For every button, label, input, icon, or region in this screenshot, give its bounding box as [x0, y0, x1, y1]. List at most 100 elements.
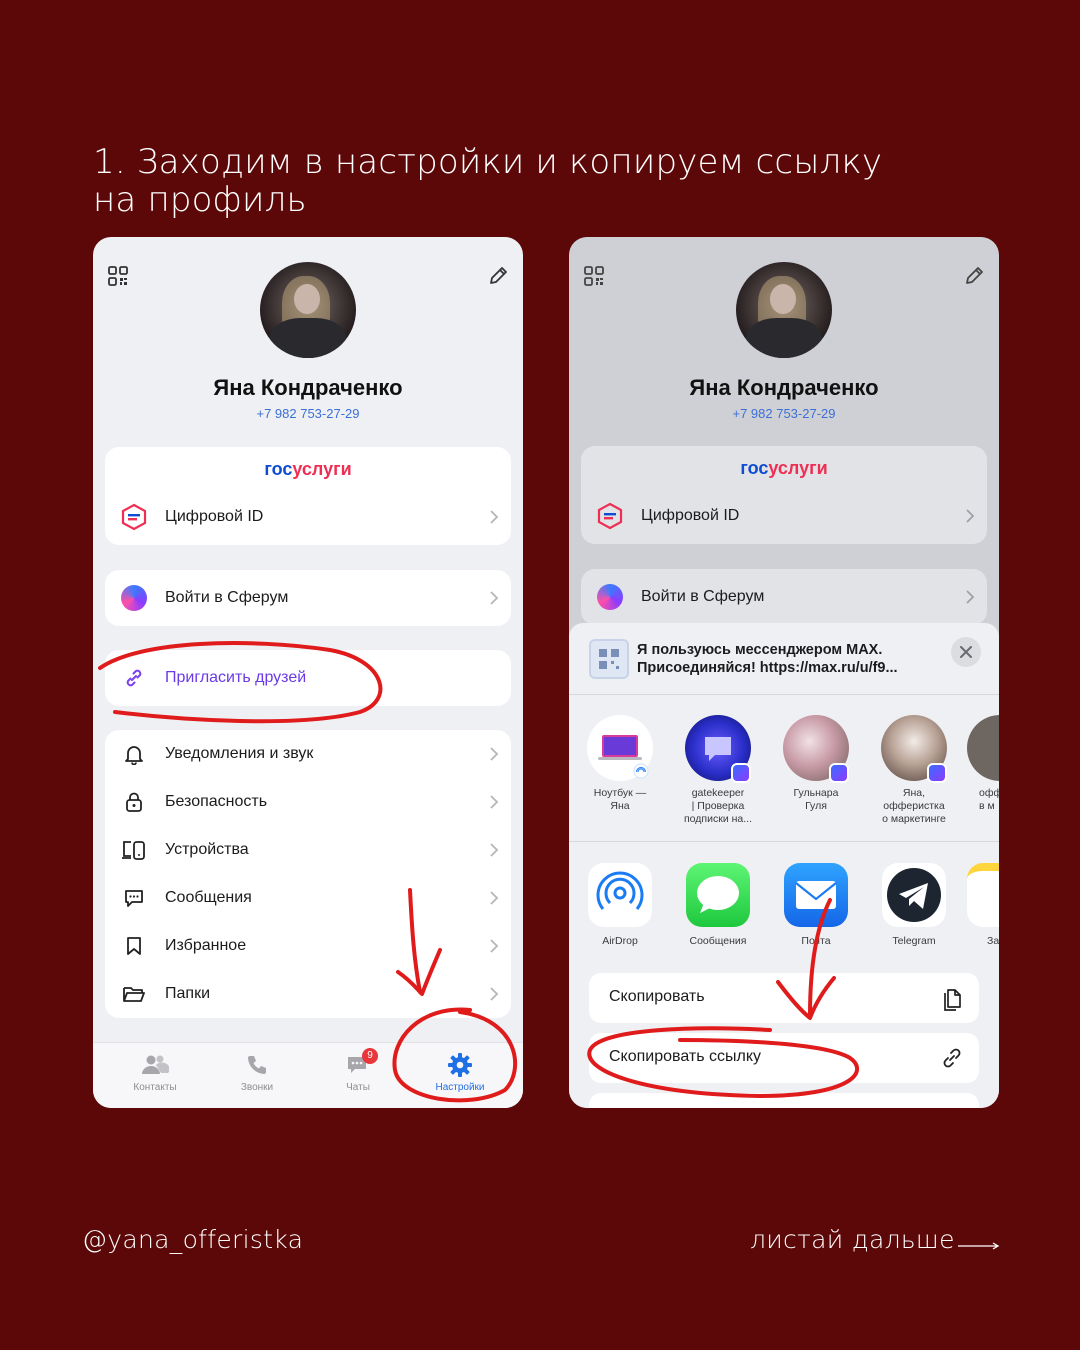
edit-pencil-icon[interactable] — [963, 265, 985, 287]
app-label: Почта — [801, 935, 831, 947]
profile-name: Яна Кондраченко — [213, 375, 403, 400]
link-icon — [943, 1048, 961, 1068]
tab-contacts[interactable]: Контакты — [115, 1051, 195, 1093]
contact-photo — [881, 715, 947, 783]
settings-row-folders[interactable]: Папки — [105, 970, 511, 1018]
max-app-badge-icon — [927, 763, 947, 783]
share-contact[interactable]: офф в м — [967, 715, 999, 813]
folder-icon — [119, 979, 149, 1009]
chevron-right-icon — [490, 843, 499, 857]
contact-photo — [783, 715, 849, 783]
divider — [569, 841, 999, 842]
chevron-right-icon — [490, 747, 499, 761]
close-button[interactable] — [951, 637, 981, 667]
digital-id-row[interactable]: Цифровой ID — [105, 493, 511, 541]
settings-row-notifications[interactable]: Уведомления и звук — [105, 730, 511, 778]
chat-avatar-icon — [685, 715, 751, 783]
share-app-airdrop[interactable]: AirDrop — [575, 863, 665, 947]
share-sheet: Я пользуюсь мессенджером MAX. Присоединя… — [569, 623, 999, 1108]
sferum-icon — [595, 582, 625, 612]
invite-friends-row[interactable]: Пригласить друзей — [105, 654, 511, 702]
tab-label: Контакты — [133, 1082, 177, 1093]
share-app-notes[interactable]: За — [967, 863, 999, 947]
share-contact[interactable]: gatekeeper | Проверка подписки на... — [673, 715, 763, 826]
chevron-right-icon — [490, 795, 499, 809]
share-contact[interactable]: Гульнара Гуля — [771, 715, 861, 813]
contacts-icon — [142, 1055, 169, 1074]
message-icon — [119, 883, 149, 913]
avatar[interactable] — [260, 262, 356, 358]
share-contact[interactable]: Ноутбук — Яна — [575, 715, 665, 813]
title-line-1: 1. Заходим в настройки и копируем ссылку — [93, 142, 883, 182]
copy-link-action[interactable]: Скопировать ссылку — [589, 1033, 979, 1083]
contact-label: Ноутбук — Яна — [593, 787, 647, 812]
settings-row-favorites[interactable]: Избранное — [105, 922, 511, 970]
digital-id-icon — [595, 501, 625, 531]
gosuslugi-card: госуслуги Цифровой ID — [105, 447, 511, 545]
contact-photo — [967, 715, 999, 781]
settings-row-devices[interactable]: Устройства — [105, 826, 511, 874]
share-app-telegram[interactable]: Telegram — [869, 863, 959, 947]
share-message-text: Я пользуюсь мессенджером MAX. Присоединя… — [637, 641, 898, 677]
max-app-badge-icon — [829, 763, 849, 783]
tab-calls[interactable]: Звонки — [217, 1051, 297, 1093]
settings-label: Устройства — [165, 841, 249, 858]
settings-list: Уведомления и звук Безопасность Устройст… — [105, 730, 511, 1018]
messages-icon — [686, 863, 750, 927]
chevron-right-icon — [966, 590, 975, 604]
settings-label: Сообщения — [165, 889, 252, 906]
contact-label: gatekeeper | Проверка подписки на... — [684, 787, 752, 825]
digital-id-row[interactable]: Цифровой ID — [581, 492, 987, 540]
settings-label: Уведомления и звук — [165, 745, 314, 762]
share-app-mail[interactable]: Почта — [771, 863, 861, 947]
link-icon — [119, 663, 149, 693]
sferum-label: Войти в Сферум — [641, 588, 765, 605]
gear-icon — [448, 1053, 472, 1077]
settings-row-messages[interactable]: Сообщения — [105, 874, 511, 922]
share-app-messages[interactable]: Сообщения — [673, 863, 763, 947]
settings-row-security[interactable]: Безопасность — [105, 778, 511, 826]
sferum-icon — [119, 583, 149, 613]
invite-friends-label: Пригласить друзей — [165, 669, 307, 686]
profile-phone: +7 982 753-27-29 — [732, 406, 836, 421]
settings-screenshot: Яна Кондраченко +7 982 753-27-29 госуслу… — [93, 237, 523, 1108]
share-contact[interactable]: Яна, офферистка о маркетинге — [869, 715, 959, 826]
author-handle: @yana_offeristka — [82, 1225, 304, 1254]
bell-icon — [119, 739, 149, 769]
telegram-icon — [882, 863, 946, 927]
sferum-row[interactable]: Войти в Сферум — [105, 574, 511, 622]
invite-card[interactable]: Пригласить друзей — [105, 650, 511, 706]
max-app-badge-icon — [731, 763, 751, 783]
settings-label: Безопасность — [165, 793, 268, 810]
chevron-right-icon — [490, 939, 499, 953]
tab-settings[interactable]: Настройки — [420, 1051, 500, 1093]
avatar[interactable] — [736, 262, 832, 358]
gosuslugi-card: госуслуги Цифровой ID — [581, 446, 987, 544]
app-label: Telegram — [892, 935, 936, 947]
laptop-icon — [587, 715, 653, 781]
devices-icon — [119, 835, 149, 865]
edit-pencil-icon[interactable] — [487, 265, 509, 287]
copy-icon — [944, 989, 961, 1011]
airdrop-icon — [588, 863, 652, 927]
next-action[interactable] — [589, 1093, 979, 1108]
arrow-right-icon — [958, 1242, 1000, 1250]
share-message-line: Присоединяйся! https://max.ru/u/f9... — [637, 660, 898, 676]
qr-code-icon[interactable] — [583, 265, 605, 287]
sferum-row[interactable]: Войти в Сферум — [581, 573, 987, 621]
chevron-right-icon — [490, 987, 499, 1001]
sferum-card[interactable]: Войти в Сферум — [105, 570, 511, 626]
gosuslugi-logo: госуслуги — [264, 459, 352, 479]
close-icon — [960, 646, 972, 658]
lock-icon — [119, 787, 149, 817]
contact-label: Яна, офферистка о маркетинге — [882, 787, 946, 825]
copy-action[interactable]: Скопировать — [589, 973, 979, 1023]
chevron-right-icon — [490, 510, 499, 524]
qr-code-icon[interactable] — [107, 265, 129, 287]
tab-chats[interactable]: 9 Чаты — [318, 1048, 398, 1093]
sferum-card[interactable]: Войти в Сферум — [581, 569, 987, 625]
copy-label: Скопировать — [609, 988, 705, 1005]
unread-badge: 9 — [362, 1048, 378, 1064]
mail-icon — [784, 863, 848, 927]
bookmark-icon — [119, 931, 149, 961]
